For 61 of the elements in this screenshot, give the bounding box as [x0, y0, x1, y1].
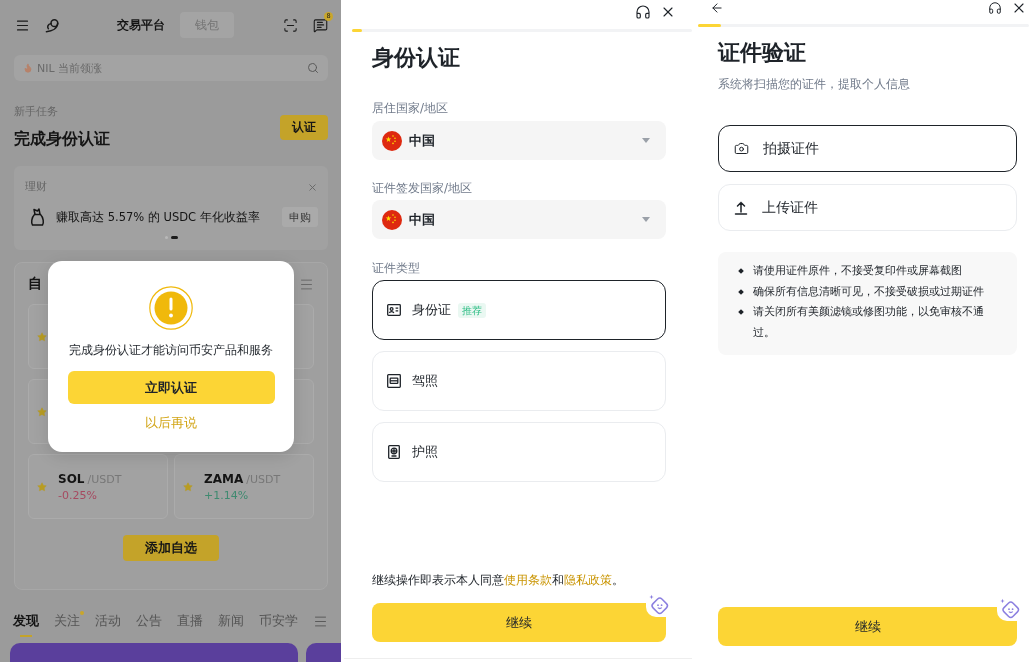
bullet-icon [738, 288, 744, 295]
page-title: 身份认证 [372, 44, 461, 72]
consent-text: 继续操作即表示本人同意使用条款和隐私政策。 [372, 572, 625, 589]
page-subtitle: 系统将扫描您的证件，提取个人信息 [718, 76, 911, 92]
price-change: +1.14% [204, 488, 250, 502]
dialog-message: 完成身份认证才能访问币安产品和服务 [69, 342, 273, 358]
tab[interactable]: 交易平台 [102, 12, 180, 38]
message-icon[interactable] [313, 17, 328, 33]
section-title: 自 [28, 275, 42, 293]
country-select[interactable]: 中国 [372, 200, 666, 239]
earn-text: 赚取高达 5.57% 的 USDC 年化收益率 [56, 209, 260, 225]
continue-button[interactable]: 继续 [718, 607, 1017, 646]
passport-icon [387, 445, 401, 459]
upload-method-option[interactable]: 拍摄证件 [718, 125, 1017, 172]
star-icon [37, 481, 47, 492]
recommended-tag: 推荐 [458, 302, 486, 318]
money-bag-icon [30, 208, 45, 226]
verify-now-button[interactable]: 立即认证 [67, 371, 275, 404]
tip-text: 请使用证件原件，不接受复印件或屏幕截图 [753, 263, 963, 279]
field-label: 证件类型 [372, 260, 421, 276]
headset-icon[interactable] [988, 1, 1002, 15]
flag-icon [382, 209, 402, 230]
document-option[interactable]: 护照 [372, 422, 666, 482]
subscribe-button[interactable]: 申购 [282, 207, 318, 227]
country-select[interactable]: 中国 [372, 121, 666, 160]
add-watchlist-button[interactable]: 添加自选 [123, 535, 219, 561]
camera-icon [734, 141, 749, 156]
flag-icon [382, 130, 402, 151]
continue-button[interactable]: 继续 [372, 603, 666, 642]
id-card-icon [387, 303, 401, 317]
upload-method-option[interactable]: 上传证件 [718, 184, 1017, 231]
page-title: 证件验证 [718, 39, 807, 67]
warning-icon [149, 286, 193, 330]
document-option[interactable]: 身份证 推荐 [372, 280, 666, 340]
tip-text: 请关闭所有美颜滤镜或修图功能，以免审核不通过。 [753, 304, 985, 341]
flame-icon [23, 63, 33, 73]
bullet-icon [738, 309, 744, 315]
star-icon [183, 481, 193, 492]
star-icon [37, 331, 47, 342]
pair-base: SOL [58, 471, 85, 486]
menu-icon[interactable] [15, 17, 30, 33]
logo-icon[interactable] [45, 17, 60, 33]
task-title: 完成身份认证 [14, 128, 110, 150]
star-icon [37, 406, 47, 417]
back-arrow-icon[interactable] [710, 1, 724, 15]
field-label: 居住国家/地区 [372, 100, 450, 116]
license-icon [387, 374, 401, 388]
scan-icon[interactable] [283, 17, 298, 33]
verify-button[interactable]: 认证 [280, 115, 328, 140]
price-change: -0.25% [58, 488, 98, 502]
headset-icon[interactable] [635, 4, 651, 20]
bullet-icon [738, 268, 744, 274]
pair-base: ZAMA [204, 471, 244, 486]
banner-placeholder [306, 643, 341, 662]
document-option[interactable]: 驾照 [372, 351, 666, 411]
upload-icon [734, 200, 748, 215]
caret-icon [642, 138, 650, 143]
caret-icon [642, 217, 650, 222]
tip-text: 确保所有信息清晰可见，不接受破损或过期证件 [753, 283, 985, 300]
tab[interactable]: 发现 [13, 602, 39, 638]
field-label: 证件签发国家/地区 [372, 180, 474, 196]
